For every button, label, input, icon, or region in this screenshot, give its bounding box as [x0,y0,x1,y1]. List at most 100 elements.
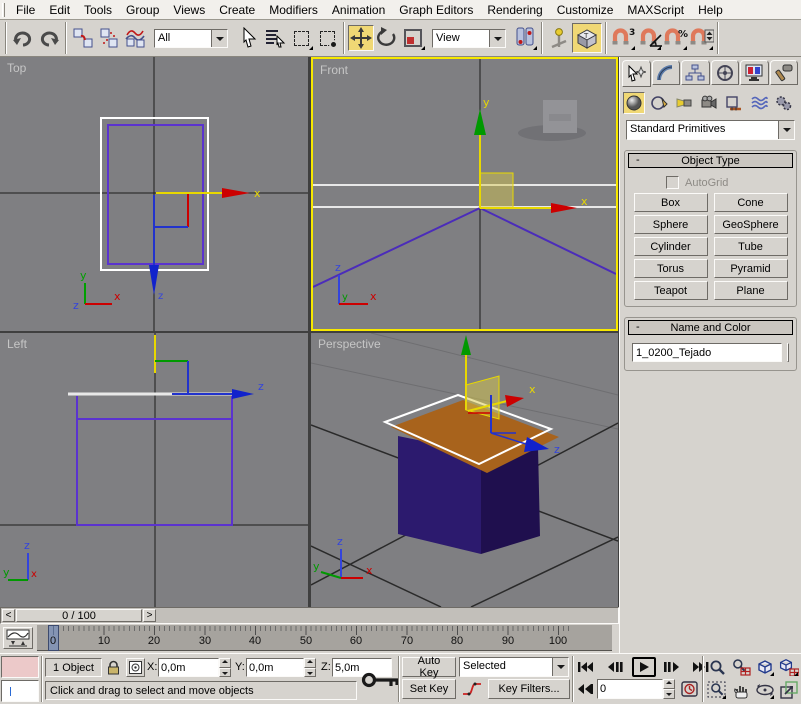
tab-modify[interactable] [652,60,681,85]
object-name-field[interactable] [632,343,782,362]
selection-filter-dropdown[interactable]: All [154,29,228,48]
zoom-extents-button[interactable] [754,657,775,677]
dropdown-arrow-icon[interactable] [489,30,505,47]
arc-rotate-button[interactable] [754,680,775,700]
y-coordinate-field[interactable] [246,658,304,677]
category-shapes[interactable] [648,92,670,114]
mini-curve-editor-button[interactable] [3,627,33,649]
category-spacewarps[interactable] [748,92,770,114]
window-crossing-button[interactable] [314,25,340,51]
snap-3d-toggle-button[interactable]: 3 [610,25,636,51]
category-systems[interactable] [773,92,795,114]
selection-set-dropdown[interactable]: Selected [459,657,569,677]
menu-rendering[interactable]: Rendering [480,1,549,19]
select-and-move-button[interactable] [348,25,374,51]
select-object-button[interactable] [236,25,262,51]
set-key-button[interactable]: Set Key [402,679,456,699]
primitives-category-dropdown[interactable]: Standard Primitives [626,120,795,140]
cone-button[interactable]: Cone [714,193,788,212]
zoom-all-button[interactable] [730,657,751,677]
key-filters-button[interactable]: Key Filters... [488,679,570,699]
bind-to-spacewarp-button[interactable] [122,25,148,51]
select-and-link-button[interactable] [70,25,96,51]
move-gizmo-top[interactable]: x z [149,187,261,302]
go-to-start-button[interactable] [576,658,594,676]
object-type-rollout-header[interactable]: - Object Type [628,153,793,168]
box-button[interactable]: Box [634,193,708,212]
tab-motion[interactable] [711,60,740,85]
dropdown-arrow-icon[interactable] [778,121,794,139]
time-slider[interactable]: < 0 / 100 > [0,607,619,624]
select-and-manipulate-button[interactable] [546,25,572,51]
next-frame-button[interactable] [661,658,683,676]
selection-lock-toggle[interactable] [104,658,123,677]
y-spinner[interactable] [304,658,316,677]
menu-tools[interactable]: Tools [77,1,119,19]
viewport-left[interactable]: z z y x Left [0,333,308,607]
track-bar-ruler[interactable]: 0 10 20 30 40 50 60 70 80 90 100 [37,625,612,651]
next-frame-arrow[interactable]: > [143,609,156,622]
category-lights[interactable] [673,92,695,114]
tab-utilities[interactable] [770,60,799,85]
time-configuration-button[interactable] [679,680,699,698]
menu-file[interactable]: File [9,1,42,19]
key-mode-toggle-button[interactable] [576,680,594,698]
x-spinner[interactable] [219,658,231,677]
menu-maxscript[interactable]: MAXScript [620,1,691,19]
category-geometry[interactable] [623,92,645,114]
x-coordinate-field[interactable] [158,658,219,677]
previous-frame-button[interactable] [604,658,626,676]
select-by-name-button[interactable] [262,25,288,51]
use-pivot-point-center-button[interactable] [512,25,538,51]
redo-button[interactable] [36,25,62,51]
zoom-button[interactable] [706,657,727,677]
reference-coordinate-system-dropdown[interactable]: View [432,29,506,48]
front-viewport-canvas[interactable]: y x z y x [313,59,616,329]
menu-help[interactable]: Help [691,1,730,19]
dropdown-arrow-icon[interactable] [552,658,568,676]
dropdown-arrow-icon[interactable] [211,30,227,47]
plane-button[interactable]: Plane [714,281,788,300]
play-animation-button[interactable] [632,657,656,677]
auto-key-button[interactable]: Auto Key [402,657,456,677]
macro-recorder-field[interactable] [1,656,39,678]
menu-create[interactable]: Create [212,1,262,19]
autogrid-checkbox[interactable] [666,176,679,189]
torus-button[interactable]: Torus [634,259,708,278]
menu-animation[interactable]: Animation [325,1,392,19]
perspective-viewport-canvas[interactable]: x z z y x [311,333,618,607]
undo-button[interactable] [10,25,36,51]
spinner-snap-toggle-button[interactable] [688,25,714,51]
unlink-selection-button[interactable] [96,25,122,51]
select-and-rotate-button[interactable] [374,25,400,51]
zoom-extents-all-button[interactable] [778,657,799,677]
tab-display[interactable] [740,60,769,85]
time-slider-handle[interactable]: 0 / 100 [16,609,142,622]
box-front-wire[interactable] [313,208,616,287]
cylinder-button[interactable]: Cylinder [634,237,708,256]
pyramid-button[interactable]: Pyramid [714,259,788,278]
viewport-front[interactable]: y x z y x Front [311,57,618,331]
maxscript-listener-field[interactable] [1,680,39,702]
maximize-viewport-toggle-button[interactable] [778,680,799,700]
rectangular-selection-region-button[interactable] [288,25,314,51]
left-viewport-canvas[interactable]: z z y x [0,333,308,607]
tab-create[interactable] [622,60,651,87]
region-zoom-button[interactable] [706,680,727,700]
viewport-perspective[interactable]: x z z y x Perspective [311,333,618,607]
menu-graph-editors[interactable]: Graph Editors [392,1,480,19]
menu-edit[interactable]: Edit [42,1,77,19]
absolute-offset-mode-toggle[interactable] [126,658,145,677]
object-color-swatch[interactable] [787,343,789,362]
frame-spinner[interactable] [663,679,675,699]
snaps-toggle-button[interactable]: T [572,23,602,53]
category-cameras[interactable] [698,92,720,114]
roof-plane-front-wire[interactable] [313,185,616,207]
name-color-rollout-header[interactable]: - Name and Color [628,320,793,335]
viewport-top[interactable]: x z y x z Top [0,57,308,331]
percent-snap-toggle-button[interactable]: % [662,25,688,51]
current-frame-field[interactable] [597,679,663,699]
select-and-scale-button[interactable] [400,25,426,51]
tube-button[interactable]: Tube [714,237,788,256]
sphere-button[interactable]: Sphere [634,215,708,234]
